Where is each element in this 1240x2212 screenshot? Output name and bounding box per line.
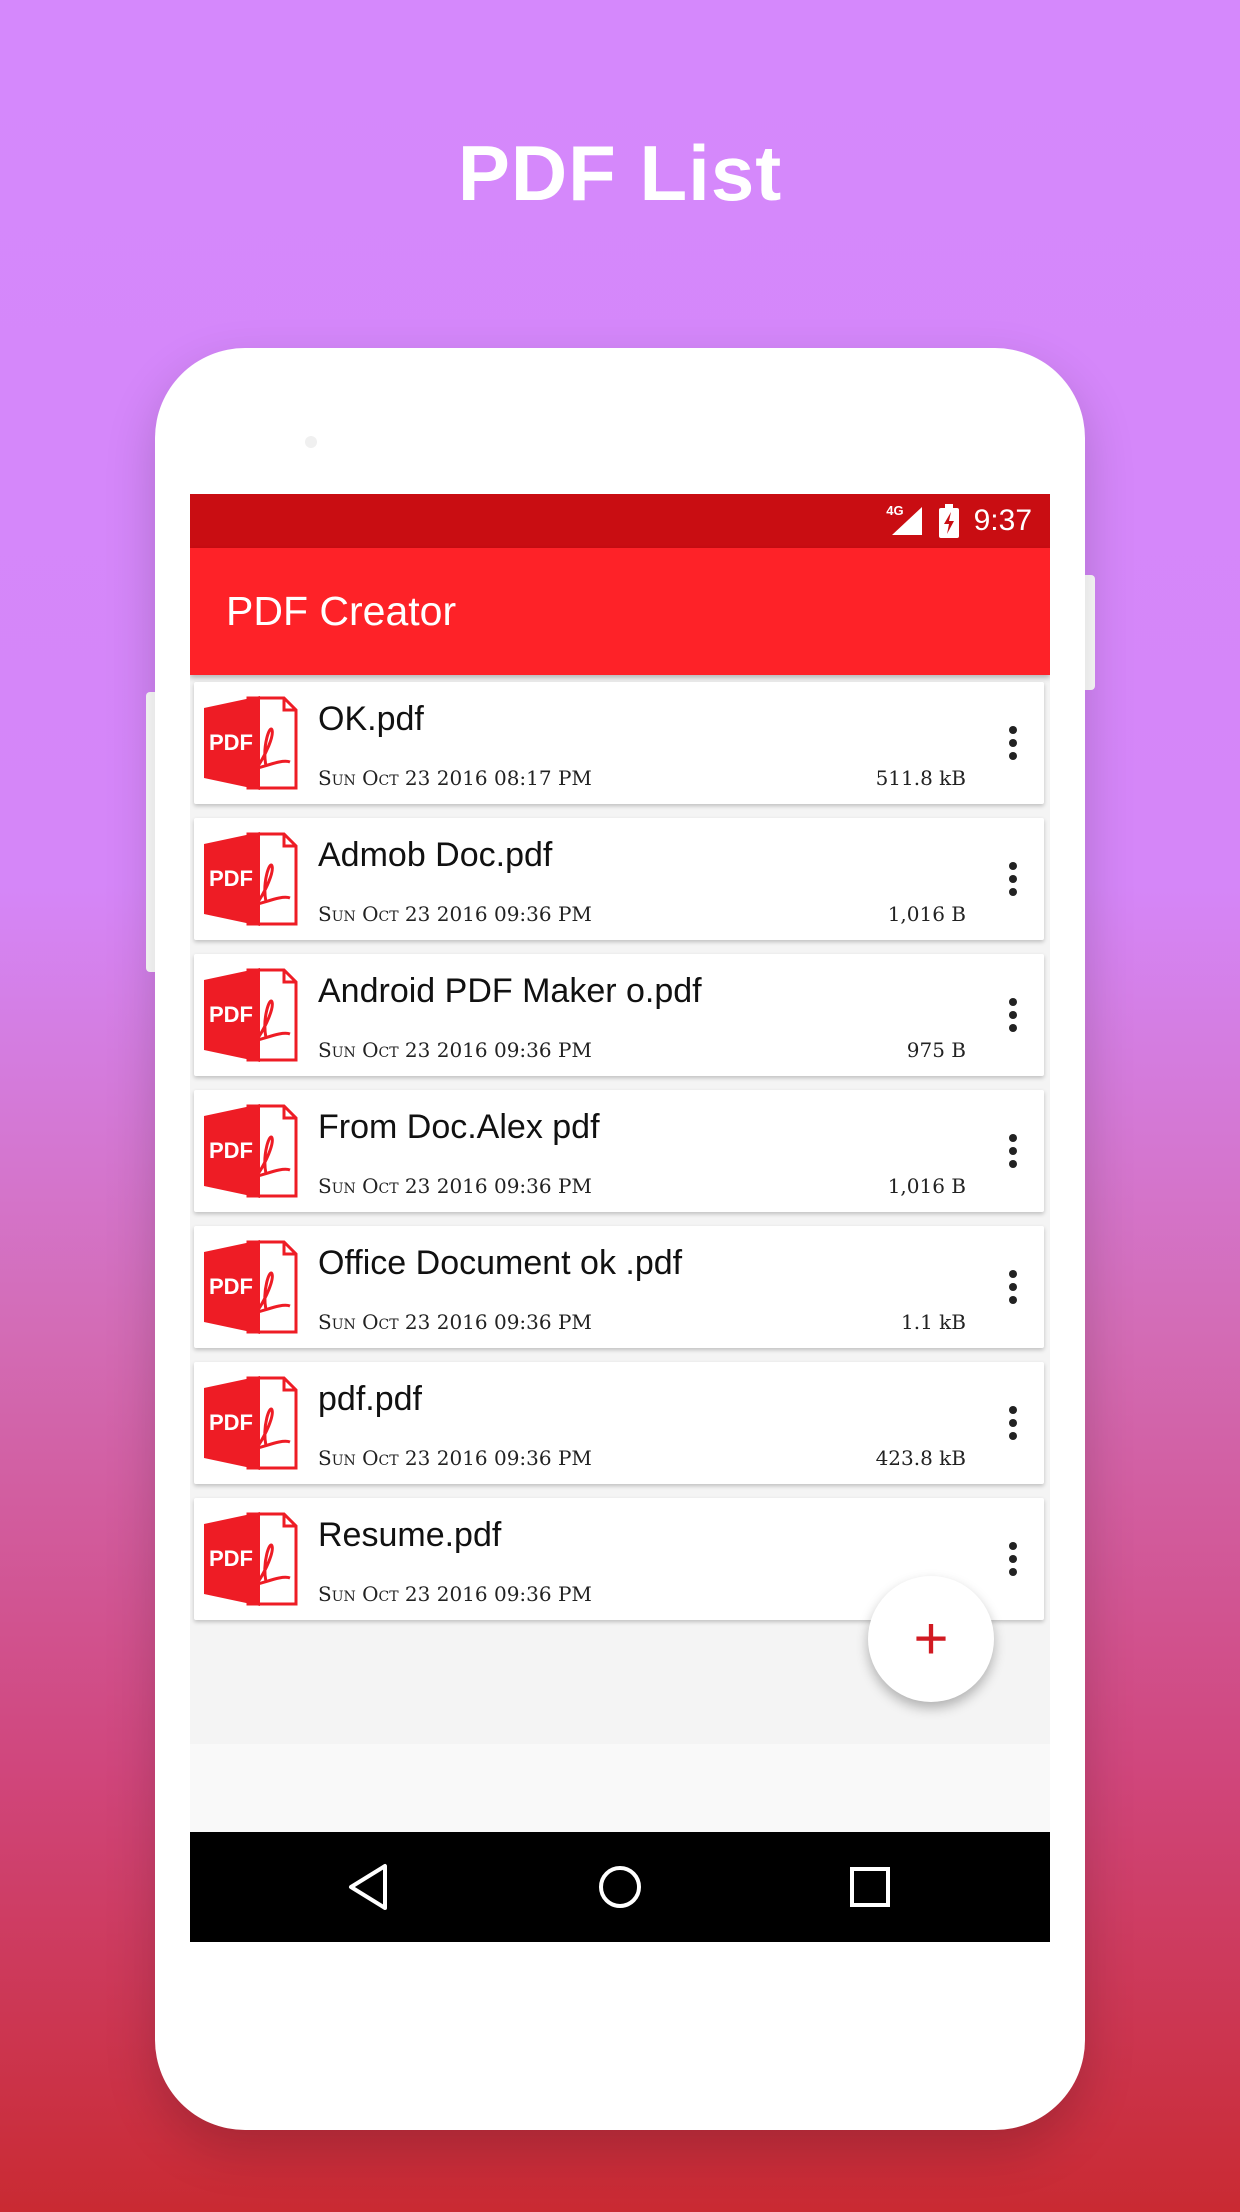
file-size: 423.8 kB xyxy=(875,1446,966,1470)
file-date: Sun Oct 23 2016 09:36 PM xyxy=(318,1174,592,1198)
pdf-icon-label: PDF xyxy=(209,1410,253,1435)
file-size: 1,016 B xyxy=(887,902,966,926)
file-date: Sun Oct 23 2016 09:36 PM xyxy=(318,1582,592,1606)
file-name: pdf.pdf xyxy=(318,1380,422,1418)
file-date: Sun Oct 23 2016 09:36 PM xyxy=(318,1446,592,1470)
file-date: Sun Oct 23 2016 09:36 PM xyxy=(318,1038,592,1062)
pdf-file-icon: PDF xyxy=(204,1376,298,1470)
pdf-file-icon: PDF xyxy=(204,968,298,1062)
pdf-file-icon: PDF xyxy=(204,1104,298,1198)
more-vert-icon[interactable] xyxy=(998,1260,1028,1314)
more-vert-icon[interactable] xyxy=(998,852,1028,906)
battery-charging-icon xyxy=(938,504,959,538)
pdf-icon-label: PDF xyxy=(209,866,253,891)
more-vert-icon[interactable] xyxy=(998,1532,1028,1586)
file-name: OK.pdf xyxy=(318,700,424,738)
pdf-icon-label: PDF xyxy=(209,1546,253,1571)
file-name: Office Document ok .pdf xyxy=(318,1244,683,1282)
more-vert-icon[interactable] xyxy=(998,988,1028,1042)
phone-camera xyxy=(305,436,317,448)
pdf-icon-label: PDF xyxy=(209,730,253,755)
file-list-item[interactable]: PDF Android PDF Maker o.pdf Sun Oct 23 201… xyxy=(194,954,1044,1076)
pdf-file-icon: PDF xyxy=(204,832,298,926)
file-list-item[interactable]: PDF From Doc.Alex pdf Sun Oct 23 2016 09:3… xyxy=(194,1090,1044,1212)
pdf-file-icon: PDF xyxy=(204,1240,298,1334)
pdf-icon-label: PDF xyxy=(209,1274,253,1299)
add-pdf-button[interactable]: + xyxy=(868,1576,994,1702)
file-list-item[interactable]: PDF Admob Doc.pdf Sun Oct 23 2016 09:36 PM… xyxy=(194,818,1044,940)
status-time: 9:37 xyxy=(973,504,1032,537)
pdf-icon-label: PDF xyxy=(209,1138,253,1163)
pdf-file-icon: PDF xyxy=(204,1512,298,1606)
file-name: From Doc.Alex pdf xyxy=(318,1108,600,1146)
back-triangle-icon[interactable] xyxy=(343,1860,397,1914)
file-name: Android PDF Maker o.pdf xyxy=(318,972,702,1010)
file-size: 511.8 kB xyxy=(875,766,966,790)
plus-icon: + xyxy=(913,1605,949,1672)
file-date: Sun Oct 23 2016 09:36 PM xyxy=(318,1310,592,1334)
navigation-bar xyxy=(190,1832,1050,1942)
promo-title: PDF List xyxy=(457,129,783,217)
file-name: Resume.pdf xyxy=(318,1516,502,1554)
home-circle-icon[interactable] xyxy=(593,1860,647,1914)
file-list-item[interactable]: PDF OK.pdf Sun Oct 23 2016 08:17 PM 511.8 k… xyxy=(194,682,1044,804)
more-vert-icon[interactable] xyxy=(998,1396,1028,1450)
pdf-file-icon: PDF xyxy=(204,696,298,790)
app-title: PDF Creator xyxy=(226,588,457,634)
bottom-strip xyxy=(190,1744,1050,1832)
app-bar: PDF Creator xyxy=(190,548,1050,675)
status-bar: 4G 9:37 xyxy=(190,494,1050,548)
more-vert-icon[interactable] xyxy=(998,716,1028,770)
file-date: Sun Oct 23 2016 08:17 PM xyxy=(318,766,592,790)
pdf-icon-label: PDF xyxy=(209,1002,253,1027)
more-vert-icon[interactable] xyxy=(998,1124,1028,1178)
signal-icon xyxy=(891,507,922,535)
file-size: 1.1 kB xyxy=(901,1310,966,1334)
phone-screen: 4G 9:37 PDF Creator PDF OK.pdf Sun Oct 23 … xyxy=(190,494,1050,1942)
file-size: 975 B xyxy=(906,1038,966,1062)
file-list-item[interactable]: PDF Office Document ok .pdf Sun Oct 23 201… xyxy=(194,1226,1044,1348)
file-list-item[interactable]: PDF pdf.pdf Sun Oct 23 2016 09:36 PM 423.8 … xyxy=(194,1362,1044,1484)
recent-square-icon[interactable] xyxy=(843,1860,897,1914)
file-name: Admob Doc.pdf xyxy=(318,836,553,874)
file-size: 1,016 B xyxy=(887,1174,966,1198)
file-date: Sun Oct 23 2016 09:36 PM xyxy=(318,902,592,926)
